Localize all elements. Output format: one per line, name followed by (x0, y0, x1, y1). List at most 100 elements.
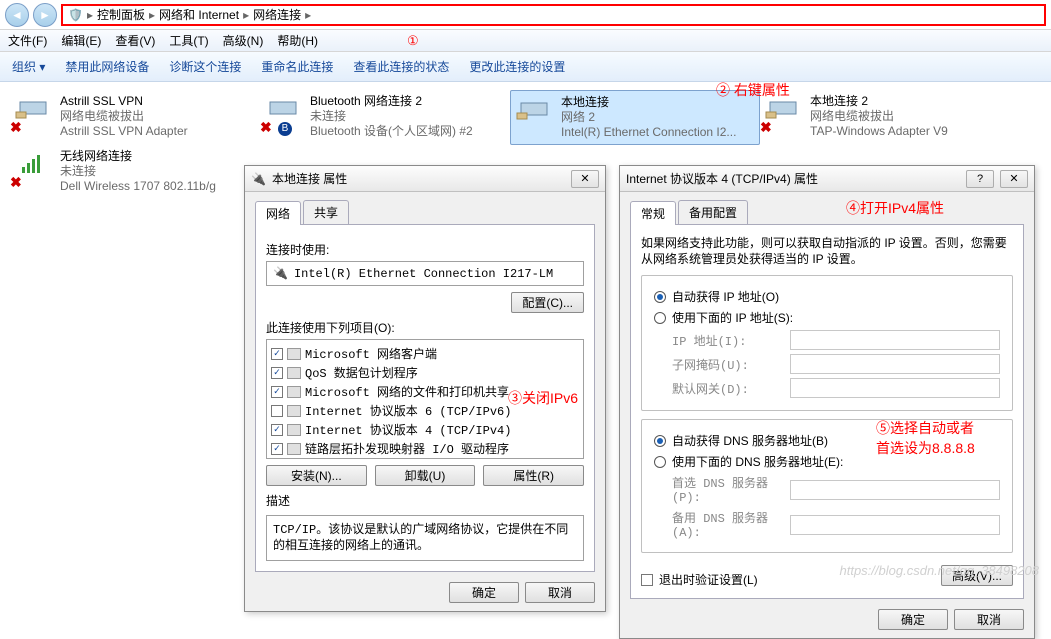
adapter-field: 🔌 Intel(R) Ethernet Connection I217-LM (266, 261, 584, 286)
dns1-input[interactable] (790, 480, 1000, 500)
dialog-titlebar[interactable]: 🔌 本地连接 属性 ✕ (245, 166, 605, 192)
bc-network-connections[interactable]: 网络连接 (253, 6, 301, 23)
list-item[interactable]: ✓ 链路层拓扑发现映射器 I/O 驱动程序 (271, 439, 579, 458)
connection-bluetooth[interactable]: ✖B Bluetooth 网络连接 2未连接Bluetooth 设备(个人区域网… (260, 90, 510, 145)
description: TCP/IP。该协议是默认的广域网络协议，它提供在不同的相互连接的网络上的通讯。 (266, 515, 584, 561)
protocol-icon (287, 386, 301, 398)
help-button[interactable]: ? (966, 170, 994, 188)
radio-icon (654, 312, 666, 324)
checkbox-icon[interactable] (271, 405, 283, 417)
ok-button[interactable]: 确定 (878, 609, 948, 630)
annotation-1: ① (407, 33, 419, 49)
menu-tools[interactable]: 工具(T) (169, 32, 208, 49)
checkbox-icon[interactable]: ✓ (271, 424, 283, 436)
toolbar-rename[interactable]: 重命名此连接 (261, 58, 333, 75)
label-items: 此连接使用下列项目(O): (266, 319, 584, 336)
menu-help[interactable]: 帮助(H) (277, 32, 318, 49)
annotation-3: ③关闭IPv6 (508, 388, 578, 408)
gateway-input[interactable] (790, 378, 1000, 398)
list-item[interactable]: ✓ QoS 数据包计划程序 (271, 363, 579, 382)
protocol-icon (287, 424, 301, 436)
properties-button[interactable]: 属性(R) (483, 465, 584, 486)
annotation-4: ④打开IPv4属性 (846, 198, 944, 218)
disconnected-icon: ✖ (10, 119, 22, 136)
disconnected-icon: ✖ (760, 119, 772, 136)
list-item-label: 链路层拓扑发现映射器 I/O 驱动程序 (305, 440, 509, 457)
uninstall-button[interactable]: 卸载(U) (375, 465, 476, 486)
ip-input[interactable] (790, 330, 1000, 350)
protocol-icon (287, 348, 301, 360)
tab-network[interactable]: 网络 (255, 201, 301, 225)
list-item[interactable]: ✓链路层拓扑发现响应程序 (271, 458, 579, 459)
control-panel-icon: 🛡️ (68, 8, 83, 22)
list-item-label: Microsoft 网络的文件和打印机共享 (305, 383, 509, 400)
list-item-label: Microsoft 网络客户端 (305, 345, 437, 362)
mask-input[interactable] (790, 354, 1000, 374)
dialog-title: Internet 协议版本 4 (TCP/IPv4) 属性 (626, 170, 818, 187)
menu-view[interactable]: 查看(V) (115, 32, 155, 49)
menu-advanced[interactable]: 高级(N) (223, 32, 264, 49)
tab-general[interactable]: 常规 (630, 201, 676, 225)
radio-auto-ip[interactable]: 自动获得 IP 地址(O) (654, 286, 1000, 307)
nic-icon: 🔌 (273, 266, 288, 281)
nic-icon (515, 95, 555, 125)
cancel-button[interactable]: 取消 (525, 582, 595, 603)
menu-file[interactable]: 文件(F) (8, 32, 47, 49)
address-bar: ◄ ► 🛡️ ▸ 控制面板 ▸ 网络和 Internet ▸ 网络连接 ▸ (0, 0, 1051, 30)
list-item-label: QoS 数据包计划程序 (305, 364, 418, 381)
tab-sharing[interactable]: 共享 (303, 200, 349, 224)
ok-button[interactable]: 确定 (449, 582, 519, 603)
toolbar-status[interactable]: 查看此连接的状态 (353, 58, 449, 75)
nic-icon: 🔌 (251, 172, 266, 186)
close-button[interactable]: ✕ (571, 170, 599, 188)
checkbox-icon (641, 574, 653, 586)
dns2-input[interactable] (790, 515, 1000, 535)
connection-astrill[interactable]: ✖ Astrill SSL VPN网络电缆被拔出Astrill SSL VPN … (10, 90, 260, 145)
radio-icon (654, 291, 666, 303)
validate-checkbox[interactable]: 退出时验证设置(L) (641, 571, 758, 588)
dialog-titlebar[interactable]: Internet 协议版本 4 (TCP/IPv4) 属性 ? ✕ (620, 166, 1034, 192)
connection-wireless[interactable]: ✖ 无线网络连接未连接Dell Wireless 1707 802.11b/g (10, 145, 260, 198)
ip-group: 自动获得 IP 地址(O) 使用下面的 IP 地址(S): IP 地址(I): … (641, 275, 1013, 411)
disconnected-icon: ✖ (260, 119, 272, 136)
label-desc: 描述 (266, 492, 584, 509)
toolbar-organize[interactable]: 组织 ▾ (12, 58, 45, 75)
close-button[interactable]: ✕ (1000, 170, 1028, 188)
annotation-5b: 首选设为8.8.8.8 (876, 438, 975, 458)
checkbox-icon[interactable]: ✓ (271, 443, 283, 455)
protocol-icon (287, 405, 301, 417)
list-item-label: Internet 协议版本 6 (TCP/IPv6) (305, 402, 511, 419)
list-item[interactable]: ✓ Internet 协议版本 4 (TCP/IPv4) (271, 420, 579, 439)
forward-button[interactable]: ► (33, 3, 57, 27)
list-item-label: Internet 协议版本 4 (TCP/IPv4) (305, 421, 511, 438)
tab-alternate[interactable]: 备用配置 (678, 200, 748, 224)
tabs: 网络 共享 (255, 200, 595, 225)
list-item[interactable]: ✓ Microsoft 网络客户端 (271, 344, 579, 363)
radio-manual-ip[interactable]: 使用下面的 IP 地址(S): (654, 307, 1000, 328)
watermark: https://blog.csdn.net/qq_38498208 (840, 563, 1040, 578)
breadcrumb[interactable]: 🛡️ ▸ 控制面板 ▸ 网络和 Internet ▸ 网络连接 ▸ (61, 4, 1046, 26)
configure-button[interactable]: 配置(C)... (511, 292, 584, 313)
tabs: 常规 备用配置 (630, 200, 1024, 225)
toolbar-diagnose[interactable]: 诊断这个连接 (169, 58, 241, 75)
protocol-icon (287, 367, 301, 379)
connection-local2[interactable]: ✖ 本地连接 2网络电缆被拔出TAP-Windows Adapter V9 (760, 90, 1010, 145)
label-use: 连接时使用: (266, 241, 584, 258)
install-button[interactable]: 安装(N)... (266, 465, 367, 486)
radio-icon (654, 456, 666, 468)
checkbox-icon[interactable]: ✓ (271, 367, 283, 379)
back-button[interactable]: ◄ (5, 3, 29, 27)
annotation-5a: ⑤选择自动或者 (876, 418, 974, 438)
bc-control-panel[interactable]: 控制面板 (97, 6, 145, 23)
protocol-icon (287, 443, 301, 455)
checkbox-icon[interactable]: ✓ (271, 386, 283, 398)
toolbar-disable[interactable]: 禁用此网络设备 (65, 58, 149, 75)
cancel-button[interactable]: 取消 (954, 609, 1024, 630)
info-text: 如果网络支持此功能，则可以获取自动指派的 IP 设置。否则，您需要从网络系统管理… (641, 235, 1013, 267)
dialog-title: 本地连接 属性 (272, 170, 347, 187)
toolbar-change[interactable]: 更改此连接的设置 (469, 58, 565, 75)
bc-network-internet[interactable]: 网络和 Internet (159, 6, 239, 23)
menu-edit[interactable]: 编辑(E) (61, 32, 101, 49)
checkbox-icon[interactable]: ✓ (271, 348, 283, 360)
radio-icon (654, 435, 666, 447)
